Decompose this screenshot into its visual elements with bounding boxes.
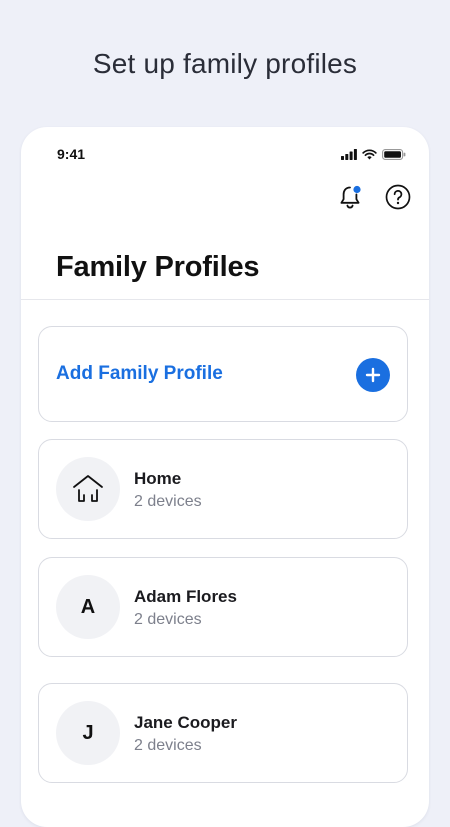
help-icon[interactable] (383, 182, 413, 212)
avatar: A (56, 575, 120, 639)
status-time: 9:41 (57, 146, 86, 162)
header-divider (21, 299, 429, 300)
screen-caption: Set up family profiles (92, 48, 358, 79)
page-title: Family Profiles (56, 251, 260, 283)
profile-device-count: 2 devices (134, 611, 202, 628)
profile-card-adam-flores[interactable]: A Adam Flores 2 devices (38, 557, 408, 657)
profile-device-count: 2 devices (134, 737, 202, 754)
wifi-icon (362, 148, 377, 160)
add-family-profile-card[interactable]: Add Family Profile (38, 326, 408, 422)
status-icons (341, 148, 406, 160)
profile-card-home[interactable]: Home 2 devices (38, 439, 408, 539)
notification-bell-icon[interactable] (335, 182, 365, 212)
avatar (56, 457, 120, 521)
add-profile-button[interactable] (356, 358, 390, 392)
profile-name: Home (134, 469, 182, 488)
add-family-profile-label[interactable]: Add Family Profile (56, 363, 223, 385)
status-bar: 9:41 (57, 144, 406, 164)
avatar: J (56, 701, 120, 765)
plus-icon (365, 367, 381, 383)
house-icon (73, 475, 103, 502)
profile-name: Adam Flores (134, 587, 237, 606)
phone-frame: 9:41 Family Profiles Add Family Profile … (21, 127, 429, 827)
profile-device-count: 2 devices (134, 493, 202, 510)
battery-icon (382, 148, 406, 160)
profile-name: Jane Cooper (134, 713, 237, 732)
header-actions (335, 182, 413, 212)
profile-card-jane-cooper[interactable]: J Jane Cooper 2 devices (38, 683, 408, 783)
signal-icon (341, 148, 357, 160)
